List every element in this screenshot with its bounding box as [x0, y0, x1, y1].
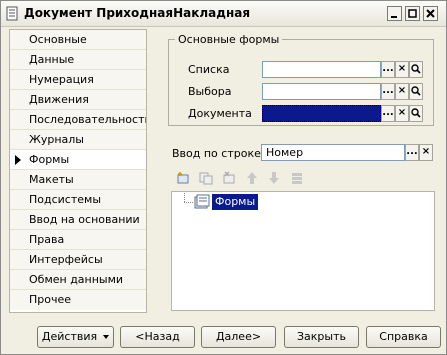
magnifier-icon: [411, 64, 421, 74]
nav-item-label: Прочее: [29, 293, 72, 306]
document-form-clear-button[interactable]: ×: [395, 105, 409, 122]
title-bar: Документ ПриходнаяНакладная: [1, 1, 446, 27]
nav-item-label: Интерфейсы: [29, 253, 103, 266]
nav-item-forms[interactable]: Формы: [10, 150, 146, 170]
nav-item-subsystems[interactable]: Подсистемы: [10, 190, 146, 210]
nav-item-main[interactable]: Основные: [10, 30, 146, 50]
actions-button-label: Действия: [41, 330, 98, 343]
nav-item-journals[interactable]: Журналы: [10, 130, 146, 150]
wizard-window: Документ ПриходнаяНакладная Основные Дан…: [0, 0, 447, 355]
copy-icon[interactable]: [199, 171, 213, 185]
maximize-button[interactable]: [405, 6, 420, 21]
nav-item-other[interactable]: Прочее: [10, 290, 146, 310]
choice-form-clear-button[interactable]: ×: [395, 83, 409, 100]
list-form-open-button[interactable]: [409, 61, 423, 78]
window-title: Документ ПриходнаяНакладная: [24, 6, 251, 20]
input-by-string-select-button[interactable]: ...: [405, 144, 419, 161]
forms-tree[interactable]: [171, 191, 435, 311]
magnifier-icon: [411, 108, 421, 118]
tree-connector: [184, 202, 193, 203]
tree-connector: [184, 193, 185, 202]
next-button[interactable]: Далее>: [201, 326, 276, 348]
main-forms-group-title: Основные формы: [175, 33, 283, 46]
document-form-label: Документа: [188, 107, 252, 120]
document-form-open-button[interactable]: [409, 105, 423, 122]
nav-item-sequences[interactable]: Последовательности: [10, 110, 146, 130]
list-form-label: Списка: [188, 63, 230, 76]
close-button[interactable]: Закрыть: [284, 326, 359, 348]
back-button[interactable]: <Назад: [120, 326, 195, 348]
nav-item-label: Движения: [29, 93, 89, 106]
nav-item-label: Нумерация: [29, 73, 94, 86]
move-down-icon[interactable]: [267, 171, 281, 185]
add-icon[interactable]: [176, 171, 190, 185]
nav-item-label: Данные: [29, 53, 75, 66]
list-form-clear-button[interactable]: ×: [395, 61, 409, 78]
choice-form-label: Выбора: [188, 85, 232, 98]
sort-icon[interactable]: [290, 171, 304, 185]
close-window-button[interactable]: [423, 6, 438, 21]
magnifier-icon: [411, 86, 421, 96]
actions-button[interactable]: Действия: [37, 326, 114, 348]
nav-item-label: Права: [29, 233, 65, 246]
sections-nav: Основные Данные Нумерация Движения После…: [9, 29, 147, 313]
nav-item-label: Формы: [29, 153, 70, 166]
close-icon: [426, 9, 435, 18]
help-button[interactable]: Справка: [366, 326, 441, 348]
delete-icon[interactable]: [222, 171, 236, 185]
nav-item-data-exchange[interactable]: Обмен данными: [10, 270, 146, 290]
document-icon: [6, 6, 18, 21]
minimize-button[interactable]: [387, 6, 402, 21]
nav-item-label: Ввод на основании: [29, 213, 140, 226]
nav-item-rights[interactable]: Права: [10, 230, 146, 250]
input-by-string-label: Ввод по строке: [172, 147, 261, 160]
choice-form-open-button[interactable]: [409, 83, 423, 100]
document-form-select-button[interactable]: ...: [381, 105, 395, 122]
choice-form-select-button[interactable]: ...: [381, 83, 395, 100]
nav-item-numbering[interactable]: Нумерация: [10, 70, 146, 90]
nav-item-data[interactable]: Данные: [10, 50, 146, 70]
input-by-string-field[interactable]: Номер: [261, 144, 405, 161]
nav-item-label: Подсистемы: [29, 193, 102, 206]
nav-item-label: Основные: [29, 33, 87, 46]
nav-item-label: Макеты: [29, 173, 74, 186]
dropdown-arrow-icon: [103, 335, 110, 339]
forms-folder-icon: [194, 194, 210, 209]
nav-item-interfaces[interactable]: Интерфейсы: [10, 250, 146, 270]
document-form-field[interactable]: [262, 105, 381, 122]
nav-item-templates[interactable]: Макеты: [10, 170, 146, 190]
choice-form-field[interactable]: [262, 83, 381, 100]
maximize-icon: [408, 9, 417, 18]
nav-item-label: Журналы: [29, 133, 84, 146]
list-form-select-button[interactable]: ...: [381, 61, 395, 78]
list-form-field[interactable]: [262, 61, 381, 78]
nav-item-input-based-on[interactable]: Ввод на основании: [10, 210, 146, 230]
minimize-icon: [391, 16, 397, 18]
nav-item-movements[interactable]: Движения: [10, 90, 146, 110]
tree-item-forms[interactable]: Формы: [212, 194, 259, 210]
move-up-icon[interactable]: [245, 171, 259, 185]
input-by-string-clear-button[interactable]: ×: [419, 144, 433, 161]
nav-item-label: Последовательности: [29, 113, 146, 126]
nav-item-label: Обмен данными: [29, 273, 124, 286]
current-arrow-icon: [15, 155, 21, 165]
